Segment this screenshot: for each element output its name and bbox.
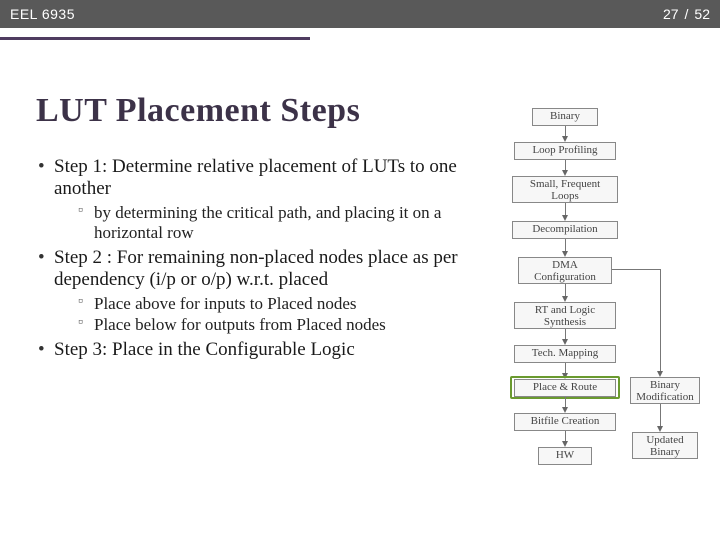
sub-item: Place above for inputs to Placed nodes <box>54 294 476 314</box>
flow-node-dma: DMA Configuration <box>518 257 612 284</box>
header-underline <box>0 37 310 40</box>
sub-item: by determining the critical path, and pl… <box>54 203 476 243</box>
bullet-text: Step 1: Determine relative placement of … <box>54 156 457 199</box>
page-indicator: 27 / 52 <box>663 6 710 22</box>
slide-header: EEL 6935 27 / 52 <box>0 0 720 28</box>
flow-connector <box>612 269 660 270</box>
flow-node-updated-binary: Updated Binary <box>632 432 698 459</box>
flow-node-tech-mapping: Tech. Mapping <box>514 345 616 363</box>
flowchart: Binary Loop Profiling Small, Frequent Lo… <box>494 108 704 500</box>
bullet-item: Step 2 : For remaining non-placed nodes … <box>36 247 476 335</box>
bullet-item: Step 3: Place in the Configurable Logic <box>36 339 476 361</box>
flow-node-binary-mod: Binary Modification <box>630 377 700 404</box>
page-current: 27 <box>663 6 679 22</box>
bullet-item: Step 1: Determine relative placement of … <box>36 156 476 243</box>
sub-item: Place below for outputs from Placed node… <box>54 315 476 335</box>
bullet-text: Step 2 : For remaining non-placed nodes … <box>54 247 458 290</box>
sub-list: Place above for inputs to Placed nodes P… <box>54 294 476 335</box>
sub-list: by determining the critical path, and pl… <box>54 203 476 243</box>
course-code: EEL 6935 <box>10 6 75 22</box>
flow-node-hw: HW <box>538 447 592 465</box>
slide-body: LUT Placement Steps Step 1: Determine re… <box>36 92 476 363</box>
flow-node-binary: Binary <box>532 108 598 126</box>
bullet-text: Step 3: Place in the Configurable Logic <box>54 339 355 360</box>
flow-node-loop-profiling: Loop Profiling <box>514 142 616 160</box>
flow-node-decompilation: Decompilation <box>512 221 618 239</box>
flow-connector <box>660 269 661 373</box>
slide-title: LUT Placement Steps <box>36 92 476 130</box>
flow-node-small-loops: Small, Frequent Loops <box>512 176 618 203</box>
bullet-list: Step 1: Determine relative placement of … <box>36 156 476 361</box>
flow-connector <box>660 404 661 428</box>
flow-node-bitfile: Bitfile Creation <box>514 413 616 431</box>
flow-node-rt-logic: RT and Logic Synthesis <box>514 302 616 329</box>
highlight-box <box>510 376 620 399</box>
page-sep: / <box>685 6 689 22</box>
page-total: 52 <box>694 6 710 22</box>
